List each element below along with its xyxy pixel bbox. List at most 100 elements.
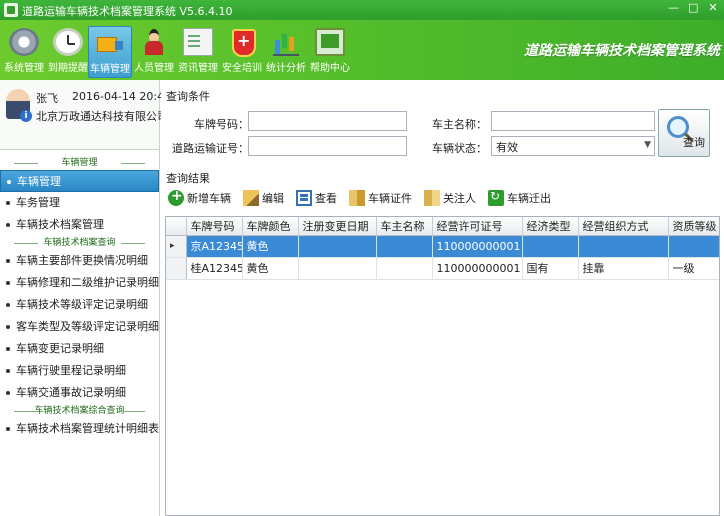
edit-button[interactable]: 编辑	[240, 187, 287, 209]
column-header[interactable]: 经营许可证号	[432, 217, 523, 236]
toolbar-expiry-reminder[interactable]: 到期提醒	[46, 26, 90, 78]
shield-icon	[227, 28, 257, 57]
action-label: 车辆证件	[368, 192, 412, 205]
sidebar-item-label: 车辆管理	[17, 175, 61, 188]
sidebar-item-bus-type-grade[interactable]: 客车类型及等级评定记录明细	[0, 316, 159, 338]
action-label: 关注人	[443, 192, 476, 205]
info-icon[interactable]: i	[20, 110, 32, 122]
column-header[interactable]: 车牌颜色	[242, 217, 299, 236]
bullet-icon	[6, 427, 10, 431]
section-vehicle-management: 车辆管理	[0, 156, 159, 170]
column-header[interactable]: 经济类型	[522, 217, 579, 236]
follower-button[interactable]: 关注人	[421, 187, 479, 209]
table-cell[interactable]: 110000000001	[432, 257, 523, 280]
row-marker	[166, 257, 187, 280]
table-row[interactable]: 桂A12345 黄色 110000000001 国有 挂靠 一级	[166, 257, 719, 280]
bullet-icon	[6, 303, 10, 307]
toolbar-label: 系统管理	[4, 63, 44, 74]
sidebar-item-parts-replacement[interactable]: 车辆主要部件更换情况明细	[0, 250, 159, 272]
table-cell[interactable]: 京A12345	[186, 235, 243, 258]
toolbar-statistics[interactable]: 统计分析	[264, 26, 308, 78]
toolbar-vehicle-management[interactable]: 车辆管理	[88, 26, 132, 78]
view-button[interactable]: 查看	[293, 187, 340, 209]
sidebar-item-tech-archive[interactable]: 车辆技术档案管理	[0, 214, 159, 236]
toolbar-personnel-management[interactable]: 人员管理	[132, 26, 176, 78]
minimize-button[interactable]: —	[668, 2, 679, 13]
table-cell[interactable]: 一级	[668, 257, 719, 280]
search-button[interactable]: 查询	[658, 109, 710, 157]
user-info: i 张飞 2016-04-14 20:45 北京万政通达科技有限公司	[0, 80, 171, 150]
column-header[interactable]: 车主名称	[376, 217, 433, 236]
table-cell[interactable]: 桂A12345	[186, 257, 243, 280]
table-cell[interactable]	[578, 235, 669, 258]
toolbar-help-center[interactable]: 帮助中心	[308, 26, 352, 78]
transport-license-input[interactable]	[248, 136, 407, 156]
table-cell[interactable]: 黄色	[242, 235, 299, 258]
sidebar-item-vehicle-management[interactable]: 车辆管理	[0, 170, 159, 192]
table-cell[interactable]: 110000000001	[432, 235, 523, 258]
table-row[interactable]: ▸ 京A12345 黄色 110000000001	[166, 235, 719, 258]
login-datetime: 2016-04-14 20:45	[72, 90, 172, 103]
sidebar-item-label: 车务管理	[16, 196, 60, 209]
table-header-row: 车牌号码 车牌颜色 注册变更日期 车主名称 经营许可证号 经济类型 经营组织方式…	[166, 217, 719, 236]
sidebar-item-mileage[interactable]: 车辆行驶里程记录明细	[0, 360, 159, 382]
transport-license-label: 道路运输证号：	[172, 142, 249, 155]
owner-name-input[interactable]	[491, 111, 655, 131]
table-cell[interactable]	[668, 235, 719, 258]
column-header[interactable]: 车牌号码	[186, 217, 243, 236]
toolbar-label: 资讯管理	[178, 63, 218, 74]
sidebar-item-vehicle-affairs[interactable]: 车务管理	[0, 192, 159, 214]
sidebar-item-vehicle-change[interactable]: 车辆变更记录明细	[0, 338, 159, 360]
section-comprehensive-query: 车辆技术档案综合查询	[0, 404, 159, 418]
sidebar-item-accident[interactable]: 车辆交通事故记录明细	[0, 382, 159, 404]
table-cell[interactable]	[522, 235, 579, 258]
maximize-button[interactable]: □	[688, 2, 698, 13]
certificate-icon	[349, 190, 365, 206]
toolbar-label: 帮助中心	[310, 63, 350, 74]
sidebar-item-label: 车辆交通事故记录明细	[16, 386, 126, 399]
app-icon	[4, 3, 18, 17]
sidebar-item-tech-grade[interactable]: 车辆技术等级评定记录明细	[0, 294, 159, 316]
toolbar-label: 安全培训	[222, 63, 262, 74]
column-header[interactable]: 资质等级	[668, 217, 719, 236]
main-toolbar: 系统管理 到期提醒 车辆管理 人员管理 资讯管理 安全培训 统计分析 帮助中心 …	[0, 20, 724, 80]
column-header[interactable]: 经营组织方式	[578, 217, 669, 236]
plate-number-input[interactable]	[248, 111, 407, 131]
table-cell[interactable]	[376, 257, 433, 280]
toolbar-safety-training[interactable]: 安全培训	[220, 26, 264, 78]
toolbar-info-management[interactable]: 资讯管理	[176, 26, 220, 78]
title-bar: 道路运输车辆技术档案管理系统 V5.6.4.10 — □ ✕	[0, 0, 724, 20]
toolbar-label: 统计分析	[266, 63, 306, 74]
status-selected-value: 有效	[496, 141, 518, 154]
table-cell[interactable]	[376, 235, 433, 258]
sidebar-item-repair-maintenance[interactable]: 车辆修理和二级维护记录明细	[0, 272, 159, 294]
action-label: 新增车辆	[187, 192, 231, 205]
vehicle-move-out-button[interactable]: 车辆迁出	[485, 187, 554, 209]
results-action-bar: 新增车辆 编辑 查看 车辆证件 关注人 车辆迁出	[165, 186, 720, 210]
truck-icon	[95, 29, 125, 57]
left-panel: i 张飞 2016-04-14 20:45 北京万政通达科技有限公司 车辆管理 …	[0, 80, 171, 516]
vehicle-status-select[interactable]: 有效 ▼	[491, 136, 655, 156]
column-header[interactable]: 注册变更日期	[298, 217, 377, 236]
owner-label: 车主名称：	[432, 118, 487, 131]
sidebar-item-statistics-table[interactable]: 车辆技术档案管理统计明细表	[0, 418, 159, 440]
table-cell[interactable]	[298, 257, 377, 280]
sidebar-item-label: 车辆变更记录明细	[16, 342, 104, 355]
close-button[interactable]: ✕	[708, 2, 718, 13]
table-cell[interactable]: 国有	[522, 257, 579, 280]
toolbar-system-management[interactable]: 系统管理	[2, 26, 46, 78]
bullet-icon	[6, 391, 10, 395]
table-cell[interactable]: 黄色	[242, 257, 299, 280]
sidebar-item-label: 车辆技术档案管理统计明细表	[16, 422, 159, 435]
window-controls: — □ ✕	[668, 2, 718, 13]
bullet-icon	[6, 347, 10, 351]
gear-icon	[9, 28, 39, 56]
bullet-icon	[7, 180, 11, 184]
bullet-icon	[6, 281, 10, 285]
vehicle-certificate-button[interactable]: 车辆证件	[346, 187, 415, 209]
table-cell[interactable]	[298, 235, 377, 258]
table-cell[interactable]: 挂靠	[578, 257, 669, 280]
query-results-label: 查询结果	[166, 172, 210, 185]
help-icon	[315, 28, 345, 56]
add-vehicle-button[interactable]: 新增车辆	[165, 187, 234, 209]
